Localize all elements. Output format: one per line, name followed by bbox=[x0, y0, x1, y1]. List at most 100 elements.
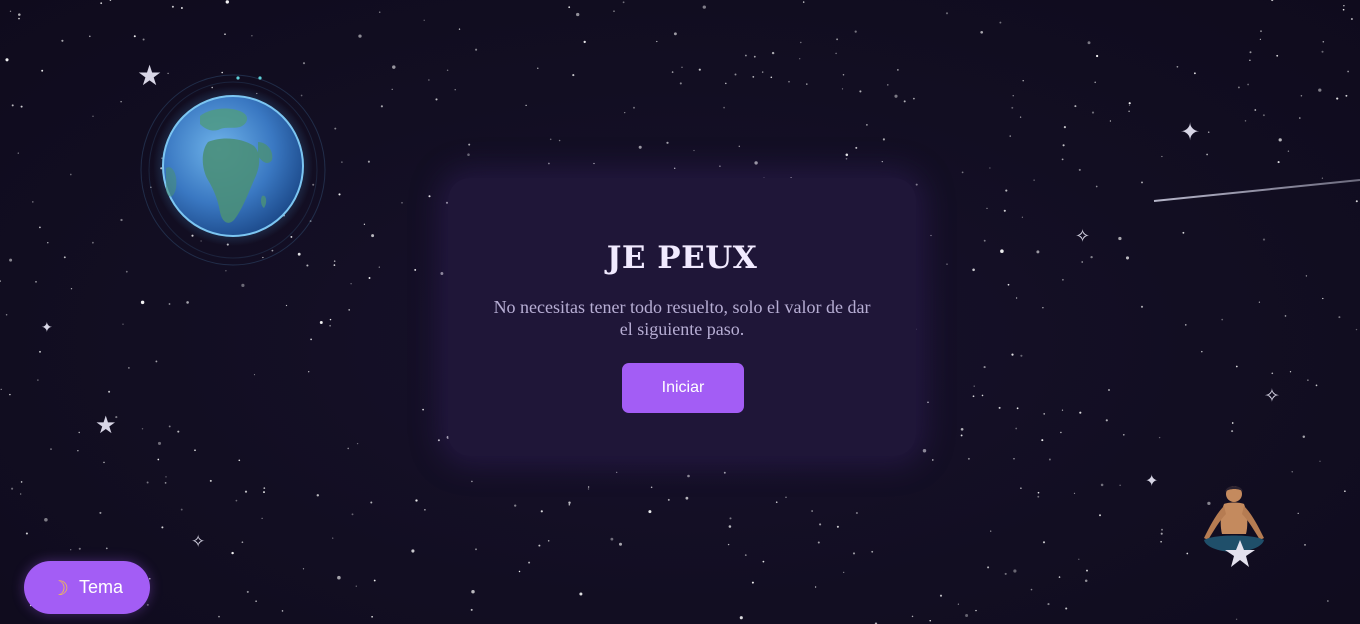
background-star bbox=[754, 161, 758, 165]
background-star bbox=[852, 552, 856, 555]
background-star bbox=[471, 480, 473, 483]
background-star bbox=[702, 5, 706, 9]
background-star bbox=[50, 448, 52, 450]
background-star bbox=[1041, 439, 1044, 442]
background-star bbox=[1065, 607, 1068, 610]
background-star bbox=[146, 603, 149, 606]
background-star bbox=[1201, 350, 1203, 353]
background-star bbox=[164, 482, 167, 484]
background-star bbox=[1063, 126, 1066, 129]
background-star bbox=[1094, 81, 1096, 84]
background-star bbox=[308, 371, 310, 373]
background-star bbox=[263, 487, 266, 489]
background-star bbox=[946, 263, 948, 265]
background-star bbox=[319, 321, 323, 324]
background-star bbox=[1300, 95, 1303, 97]
background-star bbox=[983, 239, 986, 242]
background-star bbox=[587, 488, 590, 490]
background-star bbox=[1287, 150, 1290, 152]
background-star bbox=[835, 52, 837, 55]
background-star bbox=[667, 498, 670, 501]
background-star bbox=[18, 13, 21, 16]
start-button[interactable]: Iniciar bbox=[622, 363, 744, 413]
background-star bbox=[547, 540, 550, 542]
background-star bbox=[1221, 318, 1224, 321]
background-star bbox=[89, 35, 91, 38]
background-star bbox=[845, 157, 848, 160]
background-star bbox=[155, 360, 158, 363]
background-star bbox=[887, 84, 889, 86]
background-star bbox=[802, 1, 805, 3]
background-star bbox=[514, 504, 517, 507]
background-star bbox=[1321, 50, 1324, 53]
background-star bbox=[989, 167, 991, 169]
background-star bbox=[1160, 532, 1163, 535]
background-star bbox=[1336, 97, 1339, 100]
background-star bbox=[302, 568, 305, 570]
background-star bbox=[171, 5, 174, 8]
background-star bbox=[105, 547, 108, 550]
background-star bbox=[428, 79, 430, 81]
background-star bbox=[1235, 618, 1238, 620]
background-star bbox=[1271, 372, 1274, 375]
background-star bbox=[1161, 528, 1163, 531]
background-star bbox=[1186, 552, 1189, 555]
background-star bbox=[454, 89, 456, 91]
background-star bbox=[180, 508, 183, 511]
earth-globe-icon bbox=[140, 74, 326, 266]
background-star bbox=[624, 111, 626, 114]
background-star bbox=[1298, 117, 1301, 119]
background-star bbox=[329, 318, 332, 321]
background-star bbox=[1128, 110, 1130, 113]
background-star bbox=[770, 76, 773, 79]
background-star bbox=[1030, 588, 1033, 591]
background-star bbox=[1260, 30, 1262, 33]
background-star bbox=[568, 501, 571, 505]
background-star bbox=[980, 30, 984, 34]
background-star bbox=[1061, 158, 1064, 161]
space-background: ★ ★ ✦ ✦ ✦ ✧ ✧ ✧ JE PEUX No necesitas ten… bbox=[0, 0, 1360, 624]
background-star bbox=[1319, 460, 1321, 462]
background-star bbox=[633, 106, 635, 109]
background-star bbox=[39, 350, 41, 353]
background-star bbox=[435, 98, 438, 101]
background-star bbox=[540, 510, 543, 513]
background-star bbox=[558, 139, 561, 142]
background-star bbox=[1237, 86, 1240, 89]
background-star bbox=[1185, 324, 1187, 326]
theme-toggle-button[interactable]: ☽ Tema bbox=[24, 561, 150, 614]
background-star bbox=[446, 69, 449, 72]
background-star bbox=[674, 167, 676, 169]
background-star bbox=[1019, 116, 1022, 118]
background-star bbox=[1004, 572, 1007, 575]
theme-toggle-label: Tema bbox=[78, 577, 123, 597]
background-star bbox=[1278, 138, 1282, 142]
background-star bbox=[1020, 354, 1023, 357]
background-star bbox=[855, 146, 858, 149]
background-star bbox=[424, 508, 426, 511]
background-star bbox=[897, 69, 899, 71]
background-star bbox=[525, 104, 527, 107]
background-star bbox=[987, 566, 990, 569]
welcome-card: JE PEUX No necesitas tener todo resuelto… bbox=[448, 178, 916, 456]
background-star bbox=[108, 390, 111, 393]
background-star bbox=[613, 10, 615, 12]
background-star bbox=[967, 457, 970, 460]
background-star bbox=[528, 561, 531, 564]
background-star bbox=[458, 28, 461, 30]
background-star bbox=[881, 160, 883, 163]
background-star bbox=[1327, 600, 1329, 602]
background-star bbox=[854, 30, 857, 33]
background-star bbox=[960, 434, 963, 437]
background-star bbox=[32, 201, 34, 203]
background-star bbox=[911, 615, 914, 618]
background-star bbox=[253, 374, 256, 376]
background-star bbox=[218, 615, 220, 618]
background-star bbox=[157, 458, 160, 461]
background-star bbox=[819, 523, 822, 526]
background-star bbox=[723, 106, 725, 109]
background-star bbox=[961, 171, 964, 174]
background-star bbox=[100, 2, 103, 5]
background-star bbox=[1182, 231, 1185, 234]
background-star bbox=[358, 34, 362, 38]
